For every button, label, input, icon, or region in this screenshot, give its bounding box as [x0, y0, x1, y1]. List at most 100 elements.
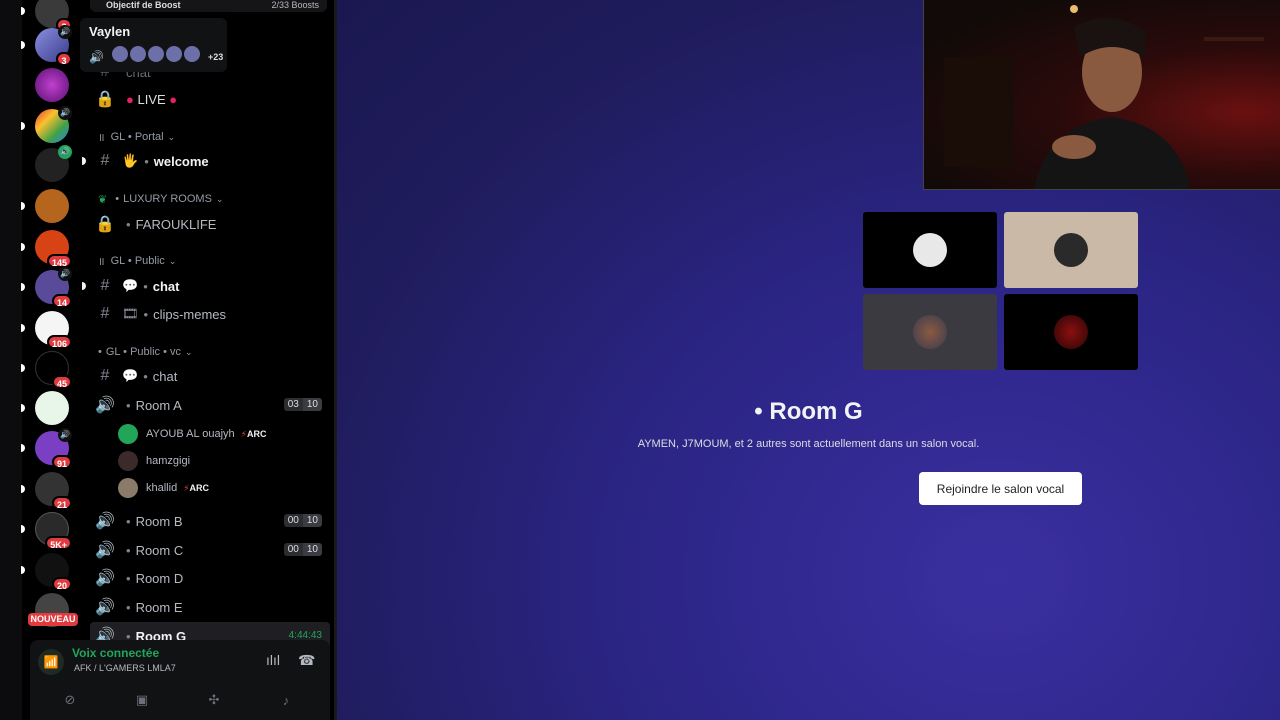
join-voice-button[interactable]: Rejoindre le salon vocal	[919, 472, 1082, 505]
film-icon: 🎞	[122, 306, 139, 321]
category-public[interactable]: ॥ GL • Public ⌄	[98, 252, 176, 270]
server-badge: 3	[56, 52, 72, 66]
boost-count: 2/33 Boosts	[271, 0, 319, 10]
boost-goal-bar[interactable]: Objectif de Boost 2/33 Boosts	[90, 0, 327, 12]
server-icon[interactable]: 🔊	[35, 145, 72, 182]
channel-welcome[interactable]: # 🖐 • welcome	[82, 147, 330, 175]
server-icon-vaylen[interactable]: 🔊 3	[21, 25, 72, 66]
speaker-icon: 🔊	[95, 397, 115, 414]
hash-icon: #	[100, 277, 110, 294]
speaker-icon: 🔊	[58, 145, 72, 159]
channel-farouklife[interactable]: 🔒 • FAROUKLIFE	[90, 210, 330, 238]
avatar	[118, 478, 138, 498]
voice-connection-panel: 📶 Voix connectée AFK / L'GAMERS LMLA7 ıl…	[30, 640, 330, 720]
speech-bubble-icon: 💬	[122, 368, 139, 383]
room-subtitle: AYMEN, J7MOUM, et 2 autres sont actuelle…	[637, 438, 980, 450]
server-icon[interactable]: 145	[21, 230, 72, 268]
user-count: 00 10	[283, 514, 322, 527]
server-badge: 20	[51, 577, 72, 591]
avatar	[1054, 233, 1088, 267]
server-icon[interactable]: 3	[21, 0, 72, 32]
channel-live[interactable]: 🔒 ● LIVE ●	[90, 85, 330, 113]
server-tooltip: Vaylen 🔊 +23	[80, 18, 227, 72]
voice-channel-preview: • Room G AYMEN, J7MOUM, et 2 autres sont…	[337, 0, 1280, 720]
server-icon[interactable]: 106	[21, 311, 72, 349]
user-tag: ⚡ARC	[183, 482, 210, 493]
unread-indicator	[82, 157, 86, 165]
user-count: 00 10	[283, 543, 322, 556]
speech-bubble-icon: 💬	[122, 278, 139, 293]
participant-tile[interactable]	[863, 212, 997, 288]
server-icon[interactable]: 5K+	[21, 512, 72, 550]
activities-icon[interactable]: ✣	[184, 686, 244, 714]
voice-status[interactable]: Voix connectée	[72, 646, 159, 660]
server-icon[interactable]	[21, 189, 69, 223]
webcam-overlay	[923, 0, 1280, 190]
new-badge: NOUVEAU	[28, 613, 78, 626]
voice-channel-room-e[interactable]: 🔊 • Room E	[90, 593, 330, 621]
noise-suppression-icon[interactable]: ılıl	[266, 652, 280, 668]
leaf-icon: ❦	[98, 193, 108, 206]
speaker-icon: 🔊	[95, 599, 115, 616]
hash-icon: #	[100, 152, 110, 169]
webcam-person-image	[944, 5, 1264, 189]
user-tag: ⚡ARC	[240, 428, 267, 439]
hash-icon: #	[100, 305, 110, 322]
chevron-down-icon: ⌄	[168, 255, 177, 266]
window-edge	[0, 0, 22, 720]
speaker-icon: 🔊	[58, 25, 72, 39]
avatar	[118, 424, 138, 444]
voice-channel-room-d[interactable]: 🔊 • Room D	[90, 564, 330, 592]
voice-channel-room-b[interactable]: 🔊 • Room B 00 10	[90, 507, 330, 535]
user-count: 03 10	[283, 398, 322, 411]
soundboard-icon[interactable]: ♪	[256, 686, 316, 714]
voice-channel-room-a[interactable]: 🔊 • Room A 03 10	[90, 391, 330, 419]
speaker-icon: 🔊	[58, 106, 72, 120]
server-badge: 91	[51, 455, 72, 469]
signal-icon[interactable]: 📶	[38, 649, 64, 675]
voice-user[interactable]: hamzgigi	[118, 449, 190, 473]
server-badge: 145	[46, 254, 72, 268]
server-icon[interactable]	[35, 68, 69, 102]
server-badge: 14	[51, 294, 72, 308]
screen-share-icon[interactable]: ▣	[112, 686, 172, 714]
boost-label: Objectif de Boost	[106, 0, 181, 10]
speaker-icon: 🔊	[89, 49, 104, 64]
voice-user[interactable]: AYOUB AL ouajyh ⚡ARC	[118, 422, 267, 446]
speaker-icon: 🔊	[58, 267, 72, 281]
category-luxury-rooms[interactable]: ❦ • LUXURY ROOMS ⌄	[98, 190, 223, 208]
participant-tile[interactable]	[1004, 212, 1138, 288]
server-icon[interactable]: 20	[21, 553, 72, 591]
chevron-down-icon: ⌄	[215, 193, 224, 204]
lock-icon: 🔒	[95, 91, 115, 108]
lock-icon: 🔒	[95, 216, 115, 233]
channel-sidebar: Objectif de Boost 2/33 Boosts # chat 🔒 ●…	[82, 0, 337, 720]
server-icon[interactable]: 45	[21, 351, 72, 389]
participant-tile[interactable]	[1004, 294, 1138, 370]
server-icon[interactable]: 🔊	[21, 106, 72, 143]
avatar	[913, 233, 947, 267]
wave-icon: 🖐	[122, 153, 139, 168]
voice-location[interactable]: AFK / L'GAMERS LMLA7	[74, 663, 176, 673]
server-icon[interactable]: 🔊 91	[21, 428, 72, 469]
server-icon[interactable]: 🔊 14	[21, 267, 72, 308]
voice-user[interactable]: khallid ⚡ARC	[118, 476, 209, 500]
channel-chat[interactable]: # 💬 • chat	[82, 272, 330, 300]
participant-tile[interactable]	[863, 294, 997, 370]
speaker-icon: 🔊	[95, 542, 115, 559]
category-public-vc[interactable]: • GL • Public • vc ⌄	[98, 343, 193, 361]
server-badge: 45	[51, 375, 72, 389]
server-icon[interactable]	[21, 391, 69, 425]
server-rail: 3 🔊 3 🔊 🔊 145 🔊 14 106 45 🔊 91	[21, 0, 82, 720]
server-icon[interactable]: 21	[21, 472, 72, 510]
channel-clips-memes[interactable]: # 🎞 • clips-memes	[90, 300, 330, 328]
camera-off-icon[interactable]: ⊘	[40, 686, 100, 714]
channel-vc-chat[interactable]: # 💬 • chat	[90, 362, 330, 390]
voice-channel-room-c[interactable]: 🔊 • Room C 00 10	[90, 536, 330, 564]
avatar	[1054, 315, 1088, 349]
disconnect-icon[interactable]: ☎	[298, 652, 315, 669]
avatar	[913, 315, 947, 349]
category-portal[interactable]: ॥ GL • Portal ⌄	[98, 128, 175, 146]
chevron-down-icon: ⌄	[167, 131, 176, 142]
speaker-icon: 🔊	[58, 428, 72, 442]
